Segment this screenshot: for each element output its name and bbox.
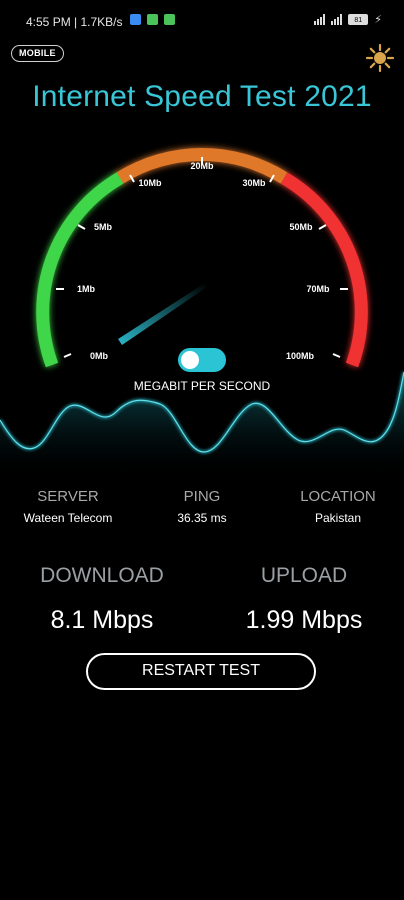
server-value: Wateen Telecom: [23, 511, 113, 525]
app-notification-icon: [147, 14, 158, 25]
gauge-arc-high: [280, 172, 368, 368]
upload-label: UPLOAD: [260, 564, 348, 587]
ping-info: PING 36.35 ms: [132, 488, 272, 525]
upload-value: 1.99 Mbps: [245, 606, 363, 634]
gauge-tick-label: 50Mb: [289, 222, 313, 232]
download-label: DOWNLOAD: [40, 564, 164, 587]
download-value: 8.1 Mbps: [50, 606, 154, 634]
app-notification-icon: [130, 14, 141, 25]
status-time: 4:55 PM | 1.7KB/s: [26, 15, 123, 29]
gauge-tick-label: 70Mb: [306, 284, 330, 294]
app-title: Internet Speed Test 2021: [32, 80, 372, 113]
sun-icon[interactable]: [365, 43, 395, 73]
ping-value: 36.35 ms: [177, 511, 227, 525]
gauge-tick-label: 1Mb: [77, 284, 96, 294]
server-info: SERVER Wateen Telecom: [0, 488, 138, 525]
gauge-tick-label: 10Mb: [138, 178, 162, 188]
connection-mode-badge[interactable]: MOBILE: [11, 45, 64, 62]
gauge-needle: [118, 283, 207, 345]
gauge-tick-label: 20Mb: [190, 161, 214, 171]
location-label: LOCATION: [300, 488, 376, 505]
battery-icon: 81: [348, 14, 369, 25]
ping-label: PING: [183, 488, 221, 505]
signal-icon: [331, 14, 343, 25]
download-result: DOWNLOAD 8.1 Mbps: [2, 564, 202, 635]
status-bar: 4:55 PM | 1.7KB/s 81 ⚡: [0, 0, 404, 40]
charging-icon: ⚡: [374, 14, 382, 26]
location-value: Pakistan: [314, 511, 362, 525]
app-notification-icon: [164, 14, 175, 25]
server-label: SERVER: [37, 488, 99, 505]
notification-icons: [130, 14, 175, 25]
gauge-tick-label: 30Mb: [242, 178, 266, 188]
signal-icon: [314, 14, 326, 25]
status-indicators: 81 ⚡: [314, 13, 382, 26]
upload-result: UPLOAD 1.99 Mbps: [204, 564, 404, 635]
location-info: LOCATION Pakistan: [268, 488, 404, 525]
restart-test-button[interactable]: RESTART TEST: [86, 653, 316, 690]
speed-wave-graph: [0, 371, 404, 480]
gauge-arc-low: [36, 172, 124, 368]
gauge-tick-label: 5Mb: [94, 222, 113, 232]
